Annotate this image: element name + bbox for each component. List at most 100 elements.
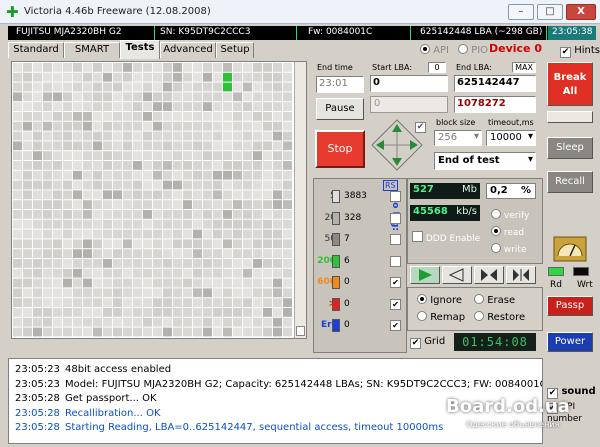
surface-block (43, 151, 52, 160)
surface-block (273, 317, 282, 327)
hints-checkbox[interactable]: ✔ (560, 47, 571, 58)
tab-setup[interactable]: Setup (216, 42, 254, 58)
tab-standard[interactable]: Standard (8, 42, 64, 58)
surface-block (223, 161, 232, 170)
recall-button[interactable]: Recall (547, 171, 593, 193)
surface-block (113, 288, 122, 298)
surface-block (263, 131, 272, 141)
surface-block (183, 170, 192, 180)
surface-block (273, 278, 282, 288)
surface-block (33, 249, 42, 258)
surface-block (33, 298, 42, 307)
scroll-thumb[interactable] (296, 326, 305, 336)
surface-block (223, 327, 232, 337)
surface-block (243, 82, 252, 92)
surface-block (23, 121, 32, 131)
current-lba-field: 0 (370, 96, 448, 113)
speed-row-log-checkbox[interactable]: ✔ (390, 320, 401, 331)
surface-block (243, 92, 252, 102)
surface-block (253, 180, 262, 190)
surface-block (173, 229, 182, 239)
remap-option[interactable]: Remap (417, 311, 465, 323)
api-radio[interactable] (420, 44, 430, 54)
start-lba-field[interactable]: 0 (370, 75, 448, 92)
break-all-button[interactable]: Break All (547, 62, 593, 106)
surface-block (193, 278, 202, 288)
surface-block (53, 151, 62, 160)
surface-block (163, 308, 172, 317)
verify-option[interactable]: verify (491, 209, 529, 221)
end-lba-max-button[interactable]: MAX (512, 62, 536, 73)
surface-block (103, 190, 112, 200)
surface-block (203, 151, 212, 160)
grid-scrollbar[interactable] (294, 62, 306, 338)
surface-block (143, 121, 152, 131)
tab-advanced[interactable]: Advanced (160, 42, 216, 58)
speed-row-log-checkbox[interactable] (390, 255, 401, 267)
direction-checkbox[interactable]: ✔ (415, 122, 426, 133)
api-option[interactable]: API (420, 44, 449, 56)
surface-block (83, 327, 92, 337)
surface-block (133, 239, 142, 249)
speed-row-log-checkbox[interactable]: ✔ (390, 277, 401, 288)
play-button[interactable] (410, 266, 440, 284)
ignore-option[interactable]: Ignore (417, 294, 462, 306)
start-lba-small-field[interactable]: 0 (428, 62, 446, 73)
power-button[interactable]: Power (547, 332, 593, 352)
surface-block (93, 278, 102, 288)
speed-row: 50 7 (314, 233, 401, 247)
surface-block (173, 190, 182, 200)
pause-button[interactable]: Pause (316, 98, 364, 120)
end-time-field[interactable]: 23:01 (316, 76, 364, 93)
scan-back-button[interactable] (474, 266, 504, 284)
drive-serial: SN: K95DT9C2CCC3 (160, 27, 251, 37)
surface-block (83, 141, 92, 151)
passp-button[interactable]: Passp (547, 296, 593, 316)
speed-row-log-checkbox[interactable] (390, 234, 401, 245)
end-lba-field[interactable]: 625142447 (454, 75, 536, 92)
speed-row-log-checkbox[interactable] (390, 212, 401, 224)
timeout-select[interactable]: 10000 ▾ (486, 130, 536, 146)
speed-row-log-checkbox[interactable]: ✔ (390, 298, 401, 310)
scan-end-button[interactable] (506, 266, 536, 284)
write-option[interactable]: write (491, 243, 527, 255)
surface-block (133, 249, 142, 258)
restore-option[interactable]: Restore (474, 311, 525, 323)
ddd-enable-option[interactable]: DDD Enable (412, 231, 480, 244)
sleep-button[interactable]: Sleep (547, 137, 593, 159)
surface-block (13, 210, 22, 219)
surface-block (223, 141, 232, 151)
surface-block (133, 121, 142, 131)
speed-row-log-checkbox[interactable] (390, 191, 401, 202)
grid-option[interactable]: ✔ Grid (410, 336, 445, 349)
tab-tests[interactable]: Tests (120, 40, 160, 59)
surface-block (53, 82, 62, 92)
pio-radio[interactable] (458, 44, 468, 54)
surface-block (63, 288, 72, 298)
hints-option[interactable]: ✔ Hints (560, 45, 600, 58)
surface-block (253, 219, 262, 229)
surface-block (13, 317, 22, 327)
surface-block (43, 278, 52, 288)
surface-block (33, 112, 42, 121)
device-label[interactable]: Device 0 (489, 42, 542, 55)
read-option[interactable]: read (491, 226, 524, 238)
minimize-button[interactable]: – (508, 4, 534, 20)
spare-button[interactable] (547, 111, 593, 123)
surface-block (53, 72, 62, 82)
tab-smart[interactable]: SMART (64, 42, 120, 58)
surface-block (43, 239, 52, 249)
surface-block (243, 180, 252, 190)
erase-option[interactable]: Erase (474, 294, 515, 306)
surface-block (273, 63, 282, 72)
close-button[interactable]: X (566, 4, 596, 20)
end-action-select[interactable]: End of test ▾ (434, 152, 536, 170)
stop-button[interactable]: Stop (315, 130, 365, 168)
end-lba-second-field[interactable]: 1078272 (454, 96, 536, 113)
maximize-button[interactable]: □ (537, 4, 563, 20)
dropdown-icon: ▾ (527, 131, 533, 142)
surface-block (253, 200, 262, 209)
pio-option[interactable]: PIO (458, 44, 488, 56)
block-size-select[interactable]: 256 ▾ (434, 130, 482, 146)
reverse-button[interactable] (442, 266, 472, 284)
